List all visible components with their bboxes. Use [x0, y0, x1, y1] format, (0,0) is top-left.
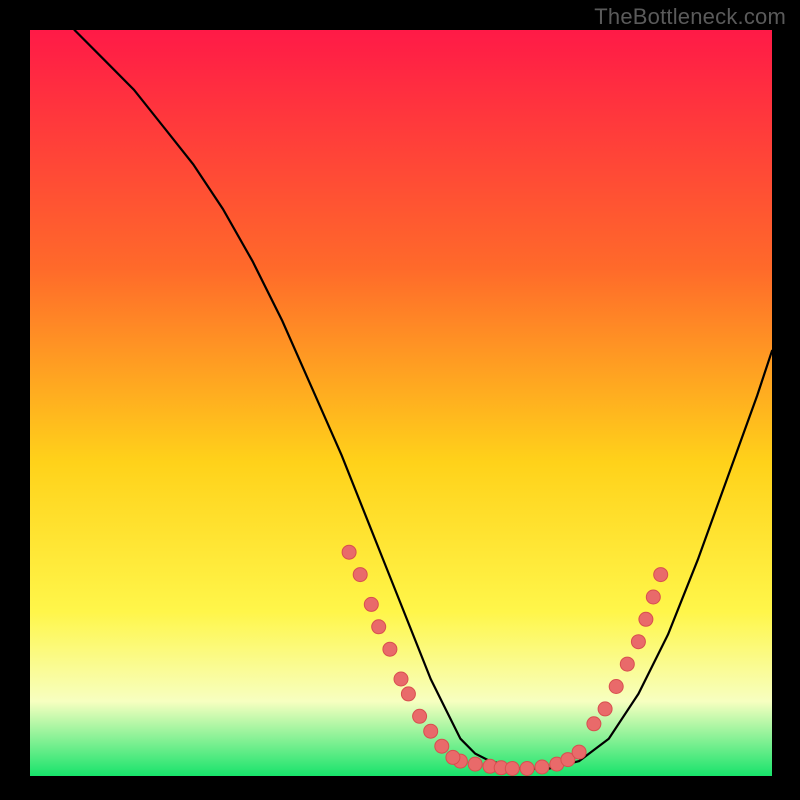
data-marker: [401, 687, 415, 701]
data-marker: [446, 750, 460, 764]
chart-frame: TheBottleneck.com: [0, 0, 800, 800]
data-marker: [639, 612, 653, 626]
data-marker: [383, 642, 397, 656]
data-marker: [353, 568, 367, 582]
data-marker: [520, 762, 534, 776]
data-marker: [535, 760, 549, 774]
data-marker: [646, 590, 660, 604]
data-marker: [609, 680, 623, 694]
data-marker: [372, 620, 386, 634]
data-marker: [342, 545, 356, 559]
watermark-text: TheBottleneck.com: [594, 4, 786, 30]
data-marker: [424, 724, 438, 738]
data-marker: [413, 709, 427, 723]
data-marker: [598, 702, 612, 716]
data-marker: [587, 717, 601, 731]
data-marker: [435, 739, 449, 753]
data-marker: [572, 745, 586, 759]
data-marker: [394, 672, 408, 686]
data-marker: [620, 657, 634, 671]
data-marker: [631, 635, 645, 649]
plot-background: [30, 30, 772, 776]
data-marker: [468, 757, 482, 771]
bottleneck-chart: [0, 0, 800, 800]
data-marker: [654, 568, 668, 582]
data-marker: [505, 762, 519, 776]
data-marker: [364, 597, 378, 611]
